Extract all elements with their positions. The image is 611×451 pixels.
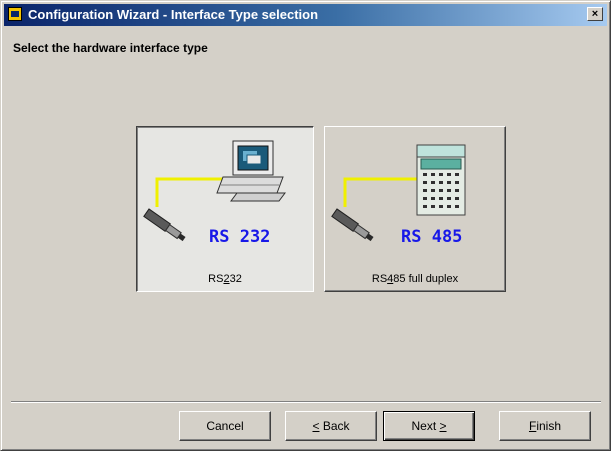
option-rs485[interactable]: RS 485 RS485 full duplex	[324, 126, 506, 292]
button-separator	[11, 401, 601, 403]
title-bar[interactable]: Configuration Wizard - Interface Type se…	[4, 4, 607, 26]
app-icon	[8, 7, 22, 21]
option-rs232-big-label: RS 232	[209, 227, 271, 247]
option-rs485-big-label: RS 485	[401, 227, 463, 247]
plc-device-icon	[331, 144, 466, 242]
window-title: Configuration Wizard - Interface Type se…	[28, 7, 319, 22]
wizard-window: Configuration Wizard - Interface Type se…	[0, 0, 611, 451]
back-button[interactable]: < Back	[285, 411, 377, 441]
next-button[interactable]: Next >	[383, 411, 475, 441]
page-heading: Select the hardware interface type	[13, 41, 208, 55]
finish-button[interactable]: Finish	[499, 411, 591, 441]
option-rs232-caption: RS232	[208, 273, 242, 285]
close-button[interactable]: ×	[587, 7, 603, 21]
close-icon: ×	[591, 8, 599, 20]
computer-icon	[143, 140, 286, 242]
cancel-button[interactable]: Cancel	[179, 411, 271, 441]
option-rs485-caption: RS485 full duplex	[371, 273, 459, 285]
option-rs232[interactable]: RS 232 RS232	[136, 126, 314, 292]
